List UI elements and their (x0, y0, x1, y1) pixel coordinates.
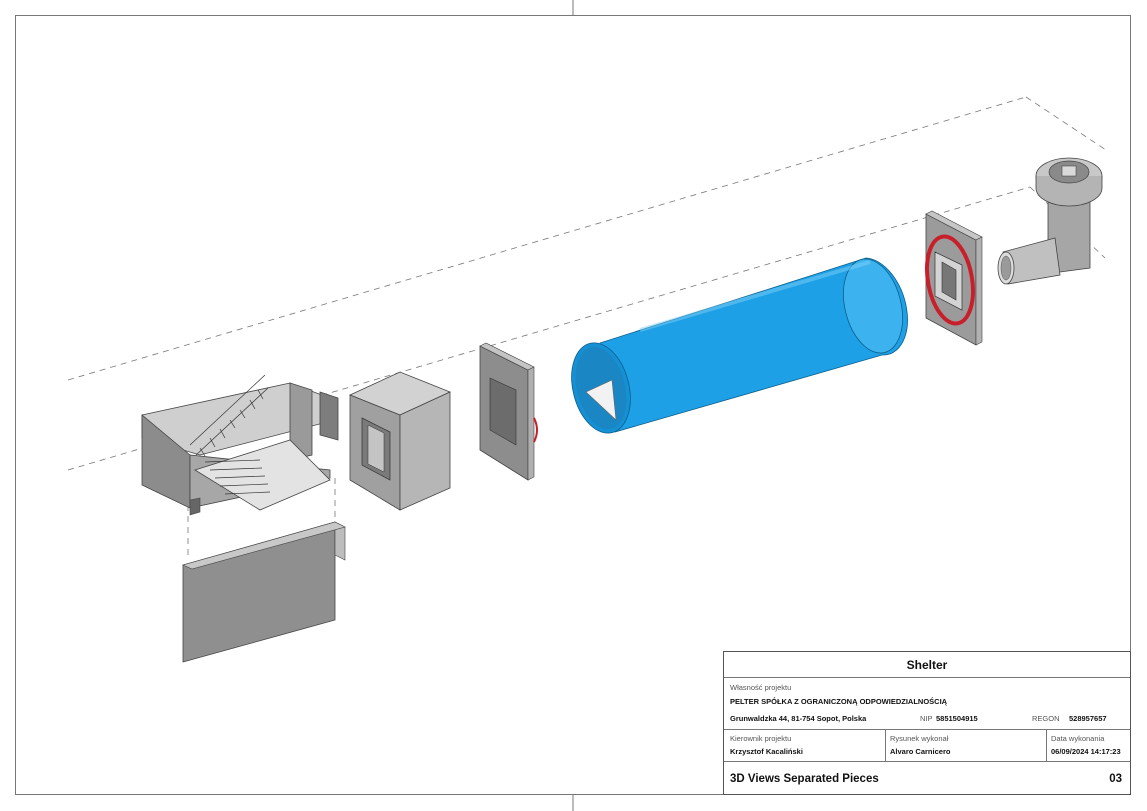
owner-label: Własność projektu (730, 683, 792, 692)
entrance-stair-structure (141, 374, 339, 516)
owner-name: PELTER SPÓŁKA Z OGRANICZONĄ ODPOWIEDZIAL… (730, 697, 948, 706)
regon-label: REGON (1032, 714, 1060, 723)
flange-panel (925, 210, 983, 346)
sheet-number: 03 (1109, 773, 1122, 785)
regon-value: 528957657 (1069, 714, 1107, 723)
divider (885, 730, 886, 761)
anteroom-box (348, 371, 452, 511)
drawn-by-label: Rysunek wykonał (890, 734, 949, 743)
people-section: Kierownik projektu Krzysztof Kacaliński … (724, 730, 1130, 762)
manager-name: Krzysztof Kacaliński (730, 747, 803, 756)
date-label: Data wykonania (1051, 734, 1105, 743)
manager-label: Kierownik projektu (730, 734, 792, 743)
project-name: Shelter (724, 652, 1130, 678)
nip-value: 5851504915 (936, 714, 978, 723)
vent-elbow-pipe (997, 157, 1103, 285)
sheet-footer: 3D Views Separated Pieces 03 (724, 762, 1130, 795)
door-panel (479, 342, 538, 481)
tunnel-pipe (571, 257, 908, 434)
sheet-title: 3D Views Separated Pieces (730, 773, 879, 785)
nip-label: NIP (920, 714, 933, 723)
owner-section: Własność projektu PELTER SPÓŁKA Z OGRANI… (724, 678, 1130, 730)
divider (1046, 730, 1047, 761)
owner-address: Grunwaldzka 44, 81-754 Sopot, Polska (730, 714, 867, 723)
date-value: 06/09/2024 14:17:23 (1051, 747, 1121, 756)
wall-panel (182, 521, 346, 663)
title-block: Shelter Własność projektu PELTER SPÓŁKA … (723, 651, 1131, 795)
drawn-by-name: Alvaro Carnicero (890, 747, 951, 756)
